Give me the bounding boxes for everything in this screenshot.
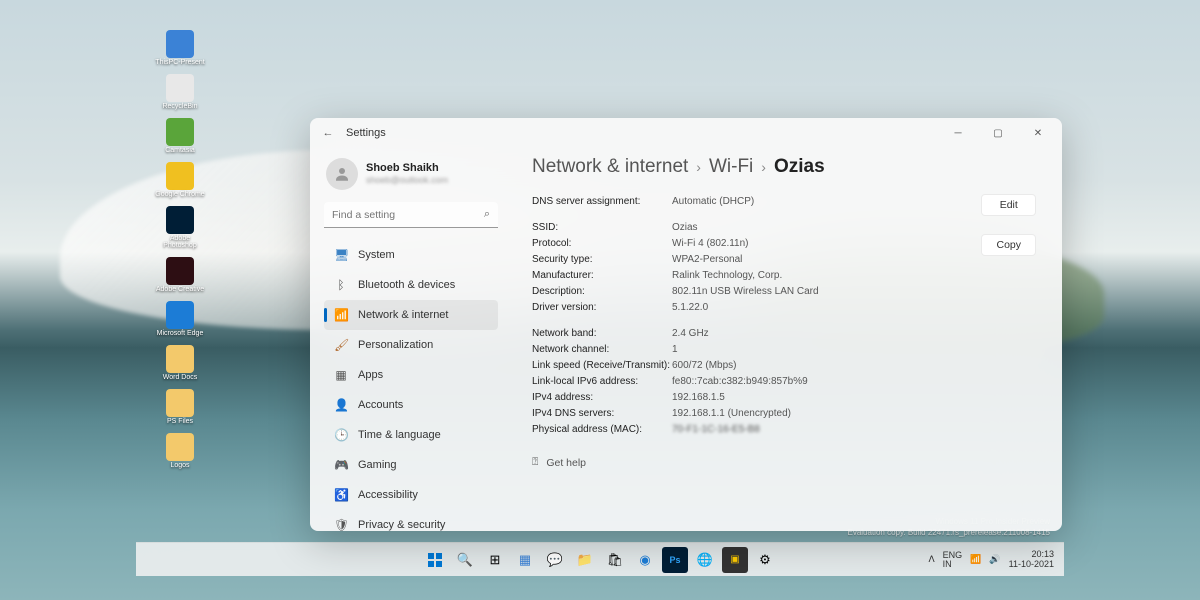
search-input[interactable]	[324, 202, 498, 228]
settings-taskbar-icon[interactable]: ⚙	[752, 547, 778, 573]
detail-row: Network band:2.4 GHz	[532, 326, 1036, 342]
detail-row: Security type:WPA2-Personal	[532, 252, 1036, 268]
help-icon: ⍰	[532, 456, 538, 469]
edge-icon[interactable]: ◉	[632, 547, 658, 573]
breadcrumb-wifi[interactable]: Wi-Fi	[709, 156, 753, 178]
nav-icon: 🕒	[334, 428, 348, 442]
chat-icon[interactable]: 💬	[542, 547, 568, 573]
store-icon[interactable]: 🛍	[602, 547, 628, 573]
desktop-icon[interactable]: ThisPC-Present	[155, 30, 205, 66]
detail-row: Description:802.11n USB Wireless LAN Car…	[532, 284, 1036, 300]
settings-window: ← Settings ─ ▢ ✕ Shoeb Shaikh shoeb@outl…	[310, 118, 1062, 531]
detail-row: Manufacturer:Ralink Technology, Corp.	[532, 268, 1036, 284]
get-help-link[interactable]: ⍰ Get help	[532, 456, 1036, 469]
widgets-icon[interactable]: ▦	[512, 547, 538, 573]
taskbar-center: 🔍 ⊞ ▦ 💬 📁 🛍 ◉ Ps 🌐 ▣ ⚙	[422, 547, 778, 573]
edit-button[interactable]: Edit	[981, 194, 1036, 216]
volume-tray-icon[interactable]: 🔊	[989, 554, 1000, 565]
system-tray: ᐱ ENGIN 📶 🔊 20:1311-10-2021	[929, 550, 1055, 570]
content-pane: Network & internet › Wi-Fi › Ozias Edit …	[510, 148, 1062, 531]
sidebar-item-time-language[interactable]: 🕒Time & language	[324, 420, 498, 450]
app-icon[interactable]: ▣	[722, 547, 748, 573]
desktop-icon[interactable]: Microsoft Edge	[155, 301, 205, 337]
chevron-right-icon: ›	[696, 159, 701, 175]
detail-row: DNS server assignment:Automatic (DHCP)	[532, 194, 1036, 210]
network-details: Edit Copy DNS server assignment:Automati…	[532, 194, 1036, 438]
sidebar-item-privacy-security[interactable]: 🛡Privacy & security	[324, 510, 498, 531]
nav-icon: 📶	[334, 308, 348, 322]
user-name: Shoeb Shaikh	[366, 162, 448, 175]
desktop-icon[interactable]: Adobe Creative	[155, 257, 205, 293]
photoshop-icon[interactable]: Ps	[662, 547, 688, 573]
desktop-icon[interactable]: Word Docs	[155, 345, 205, 381]
chevron-right-icon: ›	[761, 159, 766, 175]
desktop-icon[interactable]: Adobe Photoshop	[155, 206, 205, 249]
sidebar-item-system[interactable]: 🖥System	[324, 240, 498, 270]
user-email: shoeb@outlook.com	[366, 175, 448, 186]
window-body: Shoeb Shaikh shoeb@outlook.com ⌕ 🖥System…	[310, 148, 1062, 531]
nav-icon: 🖌	[334, 338, 348, 352]
nav-icon: 👤	[334, 398, 348, 412]
tray-chevron-icon[interactable]: ᐱ	[929, 554, 935, 565]
desktop-icon[interactable]: Google Chrome	[155, 162, 205, 198]
detail-row: Link speed (Receive/Transmit):600/72 (Mb…	[532, 358, 1036, 374]
detail-row: IPv4 address:192.168.1.5	[532, 390, 1036, 406]
taskview-icon[interactable]: ⊞	[482, 547, 508, 573]
detail-row: SSID:Ozias	[532, 220, 1036, 236]
detail-row: Protocol:Wi-Fi 4 (802.11n)	[532, 236, 1036, 252]
nav-icon: ᛒ	[334, 278, 348, 292]
nav-icon: 🛡	[334, 518, 348, 531]
back-button[interactable]: ←	[314, 127, 342, 139]
nav-icon: ▦	[334, 368, 348, 382]
language-indicator[interactable]: ENGIN	[943, 551, 963, 569]
sidebar-item-accounts[interactable]: 👤Accounts	[324, 390, 498, 420]
nav-icon: 🖥	[334, 248, 348, 262]
nav-icon: ♿	[334, 488, 348, 502]
chrome-icon[interactable]: 🌐	[692, 547, 718, 573]
copy-button[interactable]: Copy	[981, 234, 1036, 256]
sidebar-item-apps[interactable]: ▦Apps	[324, 360, 498, 390]
sidebar-item-personalization[interactable]: 🖌Personalization	[324, 330, 498, 360]
window-title: Settings	[342, 127, 938, 139]
desktop-icon[interactable]: Logos	[155, 433, 205, 469]
sidebar-item-accessibility[interactable]: ♿Accessibility	[324, 480, 498, 510]
taskbar: 🔍 ⊞ ▦ 💬 📁 🛍 ◉ Ps 🌐 ▣ ⚙ ᐱ ENGIN 📶 🔊 20:13…	[136, 542, 1064, 576]
avatar	[326, 158, 358, 190]
maximize-button[interactable]: ▢	[978, 119, 1018, 147]
minimize-button[interactable]: ─	[938, 119, 978, 147]
sidebar-item-bluetooth-devices[interactable]: ᛒBluetooth & devices	[324, 270, 498, 300]
detail-row: Driver version:5.1.22.0	[532, 300, 1036, 316]
start-button[interactable]	[422, 547, 448, 573]
nav-icon: 🎮	[334, 458, 348, 472]
desktop-icon[interactable]: PS Files	[155, 389, 205, 425]
wifi-tray-icon[interactable]: 📶	[970, 554, 981, 565]
search-container: ⌕	[324, 202, 498, 228]
detail-row: Physical address (MAC):70-F1-1C-16-E5-B8	[532, 422, 1036, 438]
close-button[interactable]: ✕	[1018, 119, 1058, 147]
desktop-icons-column: ThisPC-Present RecycleBin Camtasia Google C…	[155, 30, 205, 469]
breadcrumb-current: Ozias	[774, 156, 825, 178]
titlebar: ← Settings ─ ▢ ✕	[310, 118, 1062, 148]
sidebar-item-gaming[interactable]: 🎮Gaming	[324, 450, 498, 480]
sidebar: Shoeb Shaikh shoeb@outlook.com ⌕ 🖥System…	[310, 148, 510, 531]
search-taskbar-icon[interactable]: 🔍	[452, 547, 478, 573]
user-profile[interactable]: Shoeb Shaikh shoeb@outlook.com	[324, 154, 498, 200]
clock[interactable]: 20:1311-10-2021	[1009, 550, 1054, 570]
detail-row: Link-local IPv6 address:fe80::7cab:c382:…	[532, 374, 1036, 390]
breadcrumb: Network & internet › Wi-Fi › Ozias	[532, 156, 1036, 178]
search-icon: ⌕	[484, 208, 490, 221]
breadcrumb-network[interactable]: Network & internet	[532, 156, 688, 178]
explorer-icon[interactable]: 📁	[572, 547, 598, 573]
desktop-icon[interactable]: Camtasia	[155, 118, 205, 154]
detail-row: Network channel:1	[532, 342, 1036, 358]
desktop-icon[interactable]: RecycleBin	[155, 74, 205, 110]
sidebar-item-network-internet[interactable]: 📶Network & internet	[324, 300, 498, 330]
detail-row: IPv4 DNS servers:192.168.1.1 (Unencrypte…	[532, 406, 1036, 422]
